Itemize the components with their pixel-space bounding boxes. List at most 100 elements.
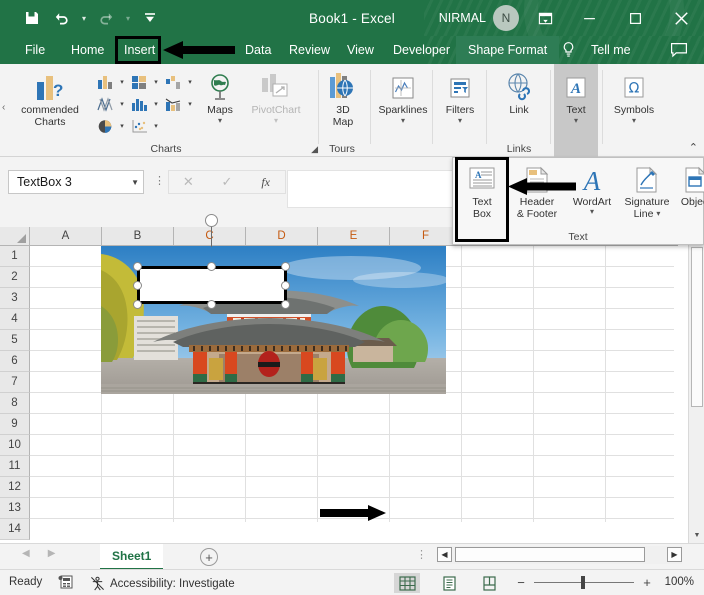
scatter-chart-icon[interactable] [128,116,150,136]
resize-handle-top-right[interactable] [281,262,290,271]
formula-bar-handle[interactable]: ⋮ [154,175,165,188]
tab-data[interactable]: Data [238,36,278,64]
signature-line-dropdown-icon[interactable]: ▾ [656,210,660,218]
combo-chart-dropdown-icon[interactable]: ▾ [185,100,195,108]
save-icon[interactable] [18,4,46,32]
row-header-13[interactable]: 13 [0,498,30,519]
column-header-c[interactable]: C [174,227,246,246]
ribbon-display-options-icon[interactable] [524,0,566,36]
add-sheet-button[interactable]: + [200,548,218,566]
bar-chart-dropdown-icon[interactable]: ▾ [151,78,161,86]
column-header-d[interactable]: D [246,227,318,246]
tab-shape-format[interactable]: Shape Format [456,36,559,64]
previous-sheet-icon[interactable]: ◀ [22,548,30,559]
account-area[interactable]: NIRMAL N [439,0,519,36]
zoom-slider-knob[interactable] [581,576,585,589]
row-header-7[interactable]: 7 [0,372,30,393]
vertical-scroll-thumb[interactable] [691,247,703,407]
name-box-dropdown-icon[interactable]: ▼ [131,178,139,187]
undo-icon[interactable] [48,4,76,32]
column-chart-icon[interactable] [94,72,116,92]
waterfall-chart-dropdown-icon[interactable]: ▾ [185,78,195,86]
wordart-item[interactable]: A WordArt ▾ [566,162,618,216]
resize-handle-bottom-center[interactable] [207,300,216,309]
recommended-charts-button[interactable]: ? commended Charts [10,68,90,128]
histogram-chart-dropdown-icon[interactable]: ▾ [151,100,161,108]
row-header-6[interactable]: 6 [0,351,30,372]
tab-tell-me[interactable]: Tell me [584,36,638,64]
page-break-preview-button[interactable] [476,573,502,593]
link-button[interactable]: Link [492,68,546,117]
row-header-1[interactable]: 1 [0,246,30,267]
close-icon[interactable] [658,0,704,36]
avatar[interactable]: N [493,5,519,31]
row-header-14[interactable]: 14 [0,519,30,540]
row-header-2[interactable]: 2 [0,267,30,288]
scroll-left-button[interactable]: ◀ [437,547,452,562]
row-header-10[interactable]: 10 [0,435,30,456]
normal-view-button[interactable] [394,573,420,593]
text-dropdown-icon[interactable]: ▾ [574,117,578,125]
text-button[interactable]: A Text ▾ [548,68,604,125]
combo-chart-icon[interactable] [162,94,184,114]
accessibility-status[interactable]: Accessibility: Investigate [90,576,235,591]
row-header-3[interactable]: 3 [0,288,30,309]
pivotchart-button[interactable]: PivotChart ▾ [240,68,312,125]
symbols-dropdown-icon[interactable]: ▾ [632,117,636,125]
insert-function-icon[interactable]: fx [246,171,285,193]
horizontal-scrollbar[interactable]: ◀ ▶ [437,546,682,564]
resize-handle-top-center[interactable] [207,262,216,271]
tab-insert[interactable]: Insert [117,36,162,64]
customize-quick-access-toolbar-icon[interactable] [136,4,164,32]
scroll-down-button[interactable]: ▼ [689,527,704,543]
waterfall-chart-icon[interactable] [162,72,184,92]
zoom-out-button[interactable]: − [515,575,527,590]
horizontal-scroll-thumb[interactable] [455,547,645,562]
page-layout-view-button[interactable] [436,573,462,593]
object-item[interactable]: Object [675,162,704,208]
symbols-button[interactable]: Ω Symbols ▾ [604,68,664,125]
tab-home[interactable]: Home [64,36,111,64]
column-chart-dropdown-icon[interactable]: ▾ [117,78,127,86]
minimize-icon[interactable] [566,0,612,36]
resize-handle-bottom-left[interactable] [133,300,142,309]
line-chart-icon[interactable] [94,94,116,114]
filters-button[interactable]: Filters ▾ [436,68,484,125]
sheet-tab-sheet1[interactable]: Sheet1 [100,544,163,570]
column-header-a[interactable]: A [30,227,102,246]
row-header-9[interactable]: 9 [0,414,30,435]
zoom-percentage[interactable]: 100% [660,576,694,588]
selected-textbox-shape[interactable] [137,266,287,304]
histogram-chart-icon[interactable] [128,94,150,114]
column-header-e[interactable]: E [318,227,390,246]
row-header-4[interactable]: 4 [0,309,30,330]
3d-map-button[interactable]: 3D Map [315,68,371,128]
bar-chart-icon[interactable] [128,72,150,92]
scroll-right-button[interactable]: ▶ [667,547,682,562]
redo-icon[interactable] [92,4,120,32]
rotate-handle[interactable] [205,214,218,227]
zoom-in-button[interactable]: + [641,575,653,590]
pivotchart-dropdown-icon[interactable]: ▾ [274,117,278,125]
vertical-scrollbar[interactable]: ▲ ▼ [688,227,704,543]
resize-handle-bottom-right[interactable] [281,300,290,309]
pie-chart-dropdown-icon[interactable]: ▾ [117,122,127,130]
scatter-chart-dropdown-icon[interactable]: ▾ [151,122,161,130]
maps-dropdown-icon[interactable]: ▾ [218,117,222,125]
text-box-item[interactable]: A Text Box [457,162,507,220]
ribbon-scroll-left-icon[interactable]: ‹ [2,102,5,113]
tab-review[interactable]: Review [282,36,337,64]
resize-handle-middle-right[interactable] [281,281,290,290]
tab-file[interactable]: File [18,36,52,64]
undo-dropdown-icon[interactable]: ▾ [78,4,90,32]
header-footer-item[interactable]: Header & Footer [509,162,565,220]
row-header-5[interactable]: 5 [0,330,30,351]
row-header-8[interactable]: 8 [0,393,30,414]
comments-icon[interactable] [670,42,688,61]
line-chart-dropdown-icon[interactable]: ▾ [117,100,127,108]
row-header-12[interactable]: 12 [0,477,30,498]
wordart-dropdown-icon[interactable]: ▾ [590,208,594,216]
signature-line-item[interactable]: Signature Line ▾ [619,162,675,220]
row-header-11[interactable]: 11 [0,456,30,477]
filters-dropdown-icon[interactable]: ▾ [458,117,462,125]
